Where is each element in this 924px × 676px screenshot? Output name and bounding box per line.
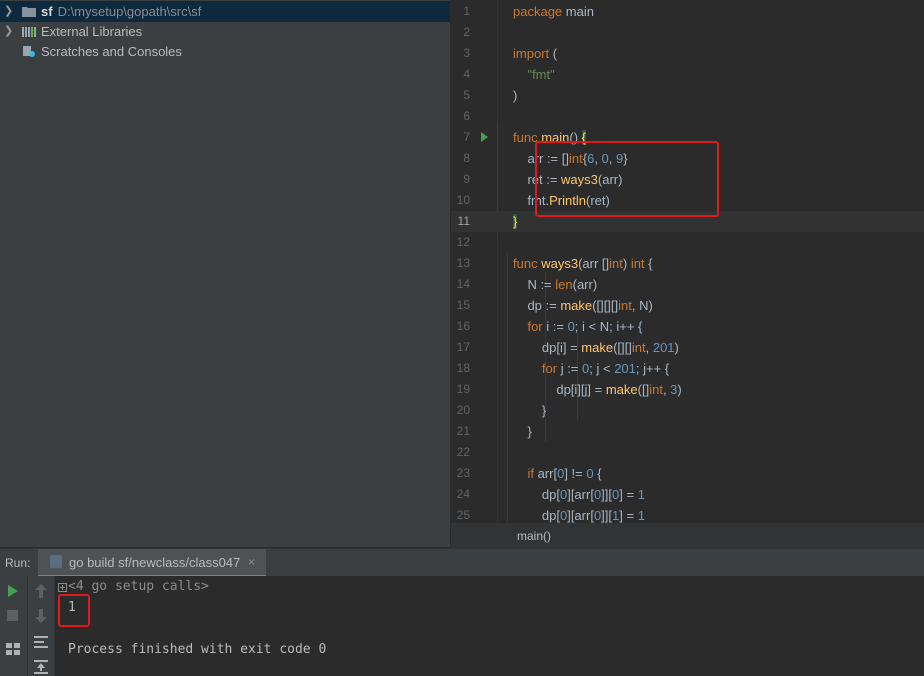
code-line: 17 dp[i] = make([][]int, 201) (456, 340, 679, 355)
project-path: D:\mysetup\gopath\src\sf (57, 4, 202, 19)
libraries-icon (22, 27, 36, 37)
code-line: 13 func ways3(arr []int) int { (456, 256, 653, 271)
go-build-icon (50, 555, 62, 568)
run-panel-header: Run: go build sf/newclass/class047 × (0, 548, 924, 578)
code-line: 6 (463, 109, 470, 123)
expand-icon[interactable] (58, 583, 67, 592)
stop-icon[interactable] (7, 610, 18, 621)
code-line: 12 (456, 235, 470, 249)
scratches-icon (23, 46, 35, 57)
code-line: 19 dp[i][j] = make([]int, 3) (456, 382, 682, 397)
up-arrow-icon[interactable] (35, 584, 47, 598)
tree-item-external-libraries[interactable]: ❯ External Libraries (0, 21, 450, 42)
run-gutter-icon[interactable] (481, 132, 488, 142)
code-line: 2 (463, 25, 470, 39)
code-line: 3 import ( (463, 46, 558, 61)
project-panel: ❯ sf D:\mysetup\gopath\src\sf ❯ External … (0, 0, 450, 547)
code-line: 22 (456, 445, 470, 459)
code-line: 21 } (456, 424, 532, 439)
scroll-to-end-icon[interactable] (34, 660, 48, 674)
code-line: 16 for i := 0; i < N; i++ { (456, 319, 643, 334)
layout-icon[interactable] (6, 643, 20, 655)
chevron-right-icon[interactable]: ❯ (4, 1, 16, 22)
tree-label: Scratches and Consoles (41, 44, 182, 59)
breadcrumb-item[interactable]: main() (517, 529, 551, 543)
run-toolbar-primary (0, 576, 28, 676)
code-editor[interactable]: 1 package main 2 3 import ( 4 "fmt" 5) 6 7… (451, 0, 924, 523)
highlight-box-code (535, 141, 719, 217)
process-finished-message: Process finished with exit code 0 (68, 642, 327, 657)
setup-calls-fold[interactable]: <4 go setup calls> (68, 579, 209, 594)
code-line: 25 dp[0][arr[0]][1] = 1 (456, 508, 645, 523)
tree-label: External Libraries (41, 24, 143, 39)
code-line: 14 N := len(arr) (456, 277, 598, 292)
console-output[interactable]: <4 go setup calls> 1 Process finished wi… (55, 576, 924, 676)
folder-icon (22, 7, 36, 17)
code-line: 15 dp := make([][][]int, N) (456, 298, 653, 313)
project-name: sf (41, 4, 53, 19)
chevron-right-icon[interactable]: ❯ (4, 21, 16, 42)
run-tab-label: go build sf/newclass/class047 (69, 555, 241, 570)
soft-wrap-icon[interactable] (34, 636, 48, 648)
highlight-box-output (58, 594, 90, 627)
down-arrow-icon[interactable] (35, 609, 47, 623)
run-label: Run: (5, 556, 31, 570)
breadcrumb: main() (451, 523, 924, 548)
code-line: 23 if arr[0] != 0 { (456, 466, 602, 481)
run-tab[interactable]: go build sf/newclass/class047 × (38, 549, 266, 578)
rerun-icon[interactable] (7, 585, 19, 597)
close-icon[interactable]: × (248, 555, 255, 569)
code-line: 4 "fmt" (463, 67, 555, 82)
code-line: 5) (463, 88, 518, 103)
code-line: 18 for j := 0; j < 201; j++ { (456, 361, 670, 376)
code-line: 24 dp[0][arr[0]][0] = 1 (456, 487, 645, 502)
code-line: 20 } (456, 403, 547, 418)
run-toolbar-secondary (28, 576, 55, 676)
tree-item-scratches[interactable]: Scratches and Consoles (0, 41, 450, 62)
code-line: 1 package main (463, 4, 594, 19)
tree-item-sf[interactable]: ❯ sf D:\mysetup\gopath\src\sf (0, 1, 450, 22)
